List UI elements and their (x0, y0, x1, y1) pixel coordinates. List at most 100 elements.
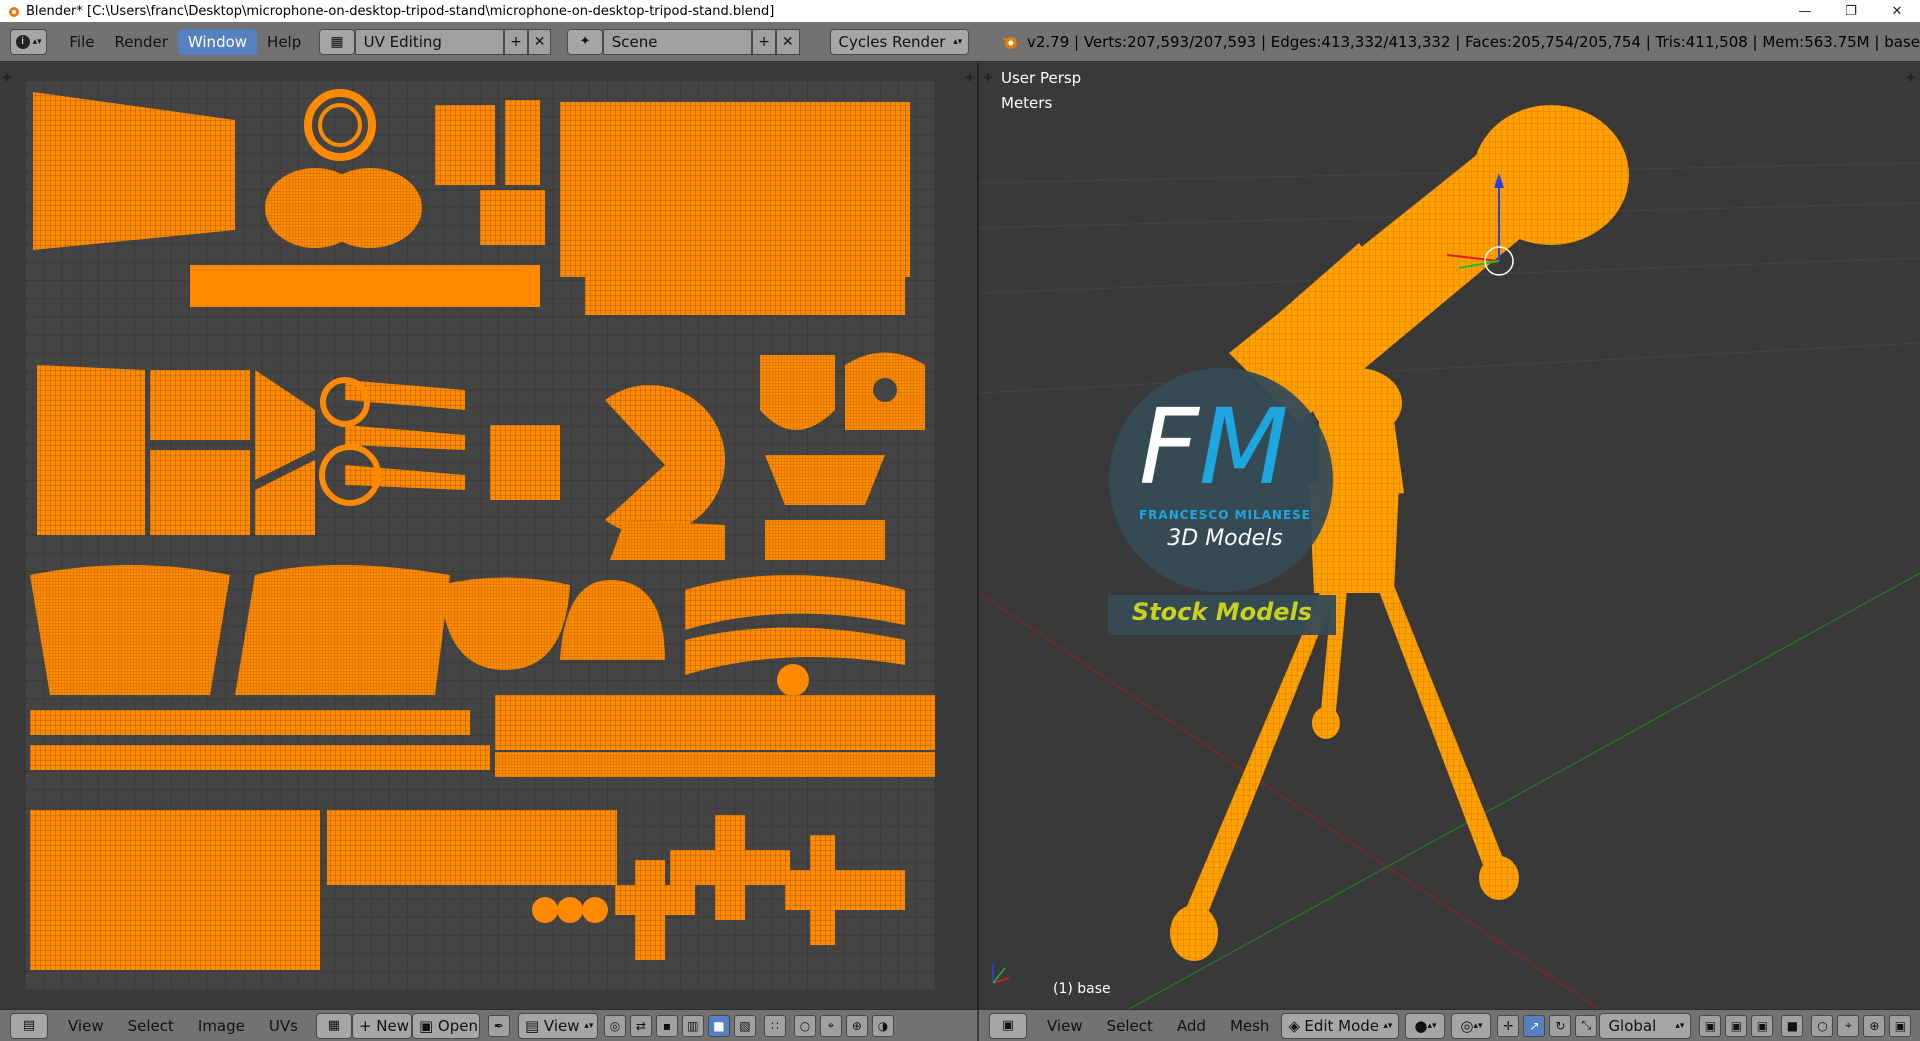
scene-statistics: v2.79 | Verts:207,593/207,593 | Edges:41… (1026, 32, 1920, 51)
plus-icon: + (358, 1016, 372, 1035)
manipulator-toggle-icon[interactable]: ✛ (1497, 1014, 1520, 1037)
screen-layout-field[interactable]: UV Editing (354, 28, 505, 55)
blender-logo-icon (9, 7, 19, 17)
menu-render[interactable]: Render (104, 29, 177, 55)
pivot-icon: ◎ (1460, 1016, 1474, 1035)
region-expand-icon[interactable]: ✚ (966, 73, 974, 84)
opengl-render-icon[interactable]: ▣ (1889, 1014, 1912, 1037)
render-engine-dropdown[interactable]: Cycles Render ▴▾ (829, 28, 970, 55)
updown-arrows-icon: ▴▾ (1473, 1020, 1483, 1031)
window-title: Blender* [C:\Users\franc\Desktop\microph… (26, 3, 775, 19)
logo-name: FRANCESCO MILANESE (1138, 508, 1312, 522)
pivot-point-dropdown[interactable]: ◎ ▴▾ (1451, 1012, 1492, 1039)
layout-grid-icon: ▦ (330, 33, 344, 50)
close-button[interactable]: ✕ (1874, 0, 1920, 22)
editor-type-3d-button[interactable]: ▣ (989, 1012, 1027, 1039)
image-icon: ▤ (524, 1016, 540, 1035)
plus-icon: + (758, 33, 770, 50)
pivot-icon[interactable]: ◎ (603, 1014, 626, 1037)
pin-image-icon[interactable]: ✒ (487, 1014, 510, 1037)
edge-select-icon[interactable]: ▥ (681, 1014, 704, 1037)
scene-selector[interactable]: ✦ (567, 28, 603, 55)
info-header: i ▴▾ File Render Window Help ▦ UV Editin… (0, 22, 1920, 62)
layer-icon[interactable]: ▣ (1751, 1014, 1774, 1037)
snap-target-icon[interactable]: ⊕ (845, 1014, 868, 1037)
window-titlebar: Blender* [C:\Users\franc\Desktop\microph… (0, 0, 1920, 22)
uv-canvas[interactable] (25, 80, 935, 990)
updown-arrows-icon: ▴▾ (1427, 1020, 1437, 1031)
uv-menu-select[interactable]: Select (116, 1013, 186, 1039)
info-icon: i (15, 34, 30, 49)
image-browse-button[interactable]: ▦ (315, 1012, 352, 1039)
uv-islands (30, 89, 935, 970)
occlude-geometry-icon[interactable]: ■ (1781, 1014, 1804, 1037)
uv-menu-view[interactable]: View (56, 1013, 116, 1039)
view3d-menu-mesh[interactable]: Mesh (1218, 1013, 1282, 1039)
island-select-icon[interactable]: ▧ (733, 1014, 756, 1037)
updown-arrows-icon: ▴▾ (953, 36, 963, 47)
view3d-menu-add[interactable]: Add (1165, 1013, 1218, 1039)
logo-subtitle: 3D Models (1167, 526, 1283, 551)
editor-type-uv-button[interactable]: ▤ (10, 1012, 48, 1039)
snap-element-icon[interactable]: ⊕ (1863, 1014, 1886, 1037)
display-channels-icon[interactable]: ◑ (871, 1014, 894, 1037)
image-icon: ▦ (327, 1018, 341, 1033)
plus-icon: + (510, 33, 522, 50)
proportional-edit-icon[interactable]: ○ (1811, 1014, 1834, 1037)
region-expand-icon[interactable]: ✚ (3, 73, 11, 84)
solid-shading-icon: ● (1414, 1016, 1428, 1035)
vertex-select-icon[interactable]: ▪ (655, 1014, 678, 1037)
transform-orientation-label: Global (1608, 1016, 1657, 1035)
rotate-manipulator-icon[interactable]: ↻ (1549, 1014, 1572, 1037)
transform-orientation-dropdown[interactable]: Global ▴▾ (1599, 1012, 1692, 1039)
sticky-mode-icon[interactable]: ∷ (763, 1014, 786, 1037)
editor-type-info-button[interactable]: i ▴▾ (10, 28, 48, 55)
uv-menu-uvs[interactable]: UVs (257, 1013, 310, 1039)
layer-icon[interactable]: ▣ (1699, 1014, 1722, 1037)
uv-editor-header: ▤ View Select Image UVs ▦ + New ▣ Open ✒… (0, 1009, 977, 1041)
uv-mode-label: View (543, 1016, 580, 1035)
new-image-label: New (376, 1016, 410, 1035)
translate-manipulator-icon[interactable]: ↗ (1523, 1014, 1546, 1037)
screen-layout-selector[interactable]: ▦ (319, 28, 355, 55)
3d-view-header: ▣ View Select Add Mesh ◈ Edit Mode ▴▾ ● ▴… (979, 1009, 1920, 1041)
open-image-label: Open (437, 1016, 478, 1035)
x-icon: ✕ (781, 33, 794, 50)
restore-button[interactable]: ❐ (1828, 0, 1874, 22)
add-scene-button[interactable]: + (752, 28, 776, 55)
scene-field[interactable]: Scene (602, 28, 753, 55)
sync-selection-icon[interactable]: ⇄ (629, 1014, 652, 1037)
interaction-mode-dropdown[interactable]: ◈ Edit Mode ▴▾ (1281, 1012, 1400, 1039)
proportional-edit-icon[interactable]: ○ (793, 1014, 816, 1037)
add-layout-button[interactable]: + (504, 28, 528, 55)
view3d-menu-view[interactable]: View (1035, 1013, 1095, 1039)
layer-icon[interactable]: ▣ (1725, 1014, 1748, 1037)
menu-window[interactable]: Window (177, 28, 258, 55)
uv-menu-image[interactable]: Image (186, 1013, 257, 1039)
minimize-button[interactable]: — (1782, 0, 1828, 22)
updown-arrows-icon: ▴▾ (1383, 1020, 1393, 1031)
viewport-shading-dropdown[interactable]: ● ▴▾ (1405, 1012, 1446, 1039)
uv-image-editor[interactable]: ✚ ✚ (0, 63, 977, 1009)
scale-manipulator-icon[interactable]: ⤡ (1575, 1014, 1598, 1037)
face-select-icon[interactable]: ■ (707, 1014, 730, 1037)
folder-icon: ▣ (418, 1016, 434, 1035)
open-image-button[interactable]: ▣ Open (411, 1012, 480, 1039)
remove-layout-button[interactable]: ✕ (527, 28, 552, 55)
updown-arrows-icon: ▴▾ (1675, 1020, 1685, 1031)
blender-logo-icon (1003, 36, 1018, 49)
menu-file[interactable]: File (59, 29, 104, 55)
logo-banner: Stock Models (1131, 598, 1313, 626)
cube-icon: ▣ (1001, 1018, 1015, 1033)
uv-mode-dropdown[interactable]: ▤ View ▴▾ (517, 1012, 598, 1039)
fm-letters: FM (1139, 386, 1289, 508)
render-engine-label: Cycles Render (838, 32, 946, 51)
view3d-menu-select[interactable]: Select (1095, 1013, 1165, 1039)
snap-icon[interactable]: ⌖ (819, 1014, 842, 1037)
3d-viewport[interactable]: User Persp Meters ✚ ✚ FM FRANCESCO MILAN… (979, 63, 1920, 1009)
snap-icon[interactable]: ⌖ (1837, 1014, 1860, 1037)
remove-scene-button[interactable]: ✕ (775, 28, 800, 55)
new-image-button[interactable]: + New (351, 1012, 412, 1039)
menu-help[interactable]: Help (257, 29, 311, 55)
updown-arrows-icon: ▴▾ (32, 36, 42, 47)
